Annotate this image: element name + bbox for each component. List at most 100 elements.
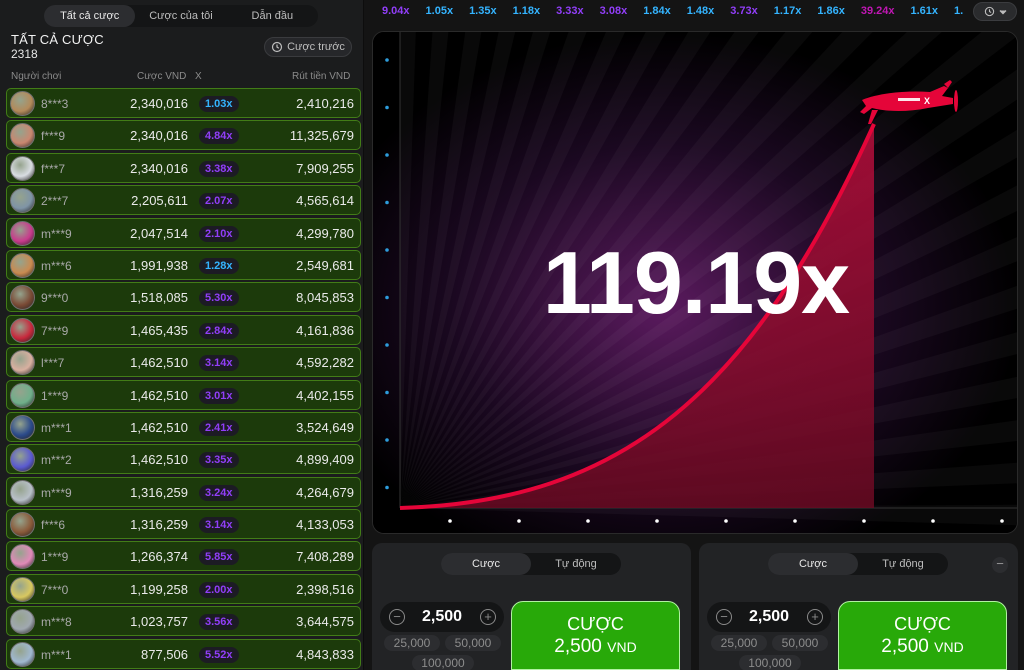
tab-all-bets[interactable]: Tất cả cược	[44, 5, 136, 27]
history-multiplier[interactable]: 9.04x	[374, 5, 418, 17]
bet-amount: 1,518,085	[130, 290, 188, 306]
cashout-multiplier-badge: 2.84x	[199, 322, 239, 339]
avatar	[10, 350, 35, 376]
bet-panel-1: Cược Tự động 2,500 − + 25,000 50,000 100…	[372, 543, 691, 670]
cashout-multiplier-badge: 3.14x	[199, 517, 239, 534]
history-icon	[984, 6, 994, 17]
history-menu-button[interactable]	[973, 2, 1017, 21]
avatar	[10, 252, 35, 278]
player-name: 1***9	[41, 388, 69, 403]
bet-amount: 2,047,514	[130, 225, 188, 241]
bet-button-value: 2,500	[554, 636, 602, 657]
avatar	[10, 155, 35, 181]
avatar	[10, 576, 35, 602]
history-multiplier[interactable]: 3.08x	[592, 5, 636, 17]
cashout-amount: 3,644,575	[296, 614, 354, 630]
place-bet-button[interactable]: CƯỢC 2,500 VND	[511, 601, 680, 670]
quick-amount-1[interactable]: 25,000	[711, 635, 767, 651]
bets-tabs: Tất cả cược Cược của tôi Dẫn đầu	[44, 5, 318, 27]
bet-amount: 1,023,757	[130, 614, 188, 630]
player-name: 7***0	[41, 582, 69, 597]
player-name: f***9	[41, 129, 66, 144]
avatar	[10, 544, 35, 570]
bet-mode-tabs: Cược Tự động	[441, 553, 621, 575]
quick-amount-3[interactable]: 100,000	[412, 655, 474, 670]
tab-auto[interactable]: Tự động	[858, 553, 948, 575]
quick-amount-3[interactable]: 100,000	[739, 655, 801, 670]
bet-row: m***9 1,316,259 3.24x 4,264,679	[6, 476, 361, 507]
player-name: l***7	[41, 356, 65, 371]
bet-button-unit: VND	[934, 639, 964, 655]
increase-button[interactable]: +	[480, 609, 496, 625]
multiplier-history: 9.04x 1.05x 1.35x 1.18x 3.33x 3.08x 1.84x 1.48x…	[374, 0, 974, 22]
bet-row: 9***0 1,518,085 5.30x 8,045,853	[6, 282, 361, 313]
bet-row: m***1 877,506 5.52x 4,843,833	[6, 638, 361, 669]
tab-top[interactable]: Dẫn đầu	[227, 5, 318, 27]
cashout-multiplier-badge: 1.28x	[199, 257, 239, 274]
x-axis-dot	[931, 519, 935, 523]
x-axis-dot	[793, 519, 797, 523]
tab-my-bets[interactable]: Cược của tôi	[135, 5, 226, 27]
quick-amount-2[interactable]: 50,000	[772, 635, 828, 651]
remove-panel-button[interactable]: −	[992, 557, 1008, 573]
bet-button-label: CƯỢC	[894, 614, 951, 634]
history-multiplier[interactable]: 1.86x	[809, 5, 853, 17]
y-axis-dot	[385, 485, 389, 490]
history-multiplier[interactable]: 1.17x	[766, 5, 810, 17]
x-axis-dot	[517, 519, 521, 523]
history-multiplier[interactable]: 1.05x	[418, 5, 462, 17]
avatar	[10, 220, 35, 246]
history-multiplier[interactable]: 1.	[946, 5, 971, 17]
avatar	[10, 609, 35, 635]
bet-row: f***9 2,340,016 4.84x 11,325,679	[6, 120, 361, 151]
history-multiplier[interactable]: 1.48x	[679, 5, 723, 17]
bet-row: m***1 1,462,510 2.41x 3,524,649	[6, 411, 361, 442]
place-bet-button[interactable]: CƯỢC 2,500 VND	[838, 601, 1007, 670]
chevron-down-icon	[999, 9, 1006, 14]
history-multiplier[interactable]: 3.73x	[722, 5, 766, 17]
quick-amount-2[interactable]: 50,000	[445, 635, 501, 651]
cashout-amount: 3,524,649	[296, 419, 354, 435]
history-multiplier[interactable]: 1.35x	[461, 5, 505, 17]
decrease-button[interactable]: −	[716, 609, 732, 625]
avatar	[10, 317, 35, 343]
bet-amount: 1,465,435	[130, 322, 188, 338]
bet-row: 7***9 1,465,435 2.84x 4,161,836	[6, 314, 361, 345]
bet-row: 1***9 1,462,510 3.01x 4,402,155	[6, 379, 361, 410]
x-axis-dot	[655, 519, 659, 523]
y-axis-dot	[385, 58, 389, 62]
airplane-icon: X	[860, 80, 958, 124]
increase-button[interactable]: +	[807, 609, 823, 625]
bet-button-unit: VND	[607, 639, 637, 655]
game-canvas: 119.19x X	[372, 31, 1018, 534]
tab-bet[interactable]: Cược	[768, 553, 858, 575]
bet-button-value: 2,500	[881, 636, 929, 657]
tab-auto[interactable]: Tự động	[531, 553, 621, 575]
tab-bet[interactable]: Cược	[441, 553, 531, 575]
quick-amount-1[interactable]: 25,000	[384, 635, 440, 651]
bet-amount: 1,316,259	[130, 484, 188, 500]
cashout-multiplier-badge: 2.10x	[199, 225, 239, 242]
cashout-amount: 7,408,289	[296, 549, 354, 565]
history-multiplier[interactable]: 1.84x	[635, 5, 679, 17]
y-axis-dot	[385, 438, 389, 442]
bet-amount: 1,991,938	[130, 257, 188, 273]
bets-list: 8***3 2,340,016 1.03x 2,410,216 f***9 2,340,0…	[6, 88, 361, 670]
bet-amount: 1,199,258	[130, 581, 188, 597]
cashout-amount: 2,398,516	[296, 581, 354, 597]
history-multiplier[interactable]: 1.18x	[505, 5, 549, 17]
cashout-amount: 4,565,614	[296, 193, 354, 209]
history-multiplier[interactable]: 3.33x	[548, 5, 592, 17]
history-multiplier[interactable]: 1.61x	[903, 5, 947, 17]
avatar	[10, 414, 35, 440]
avatar	[10, 641, 35, 667]
y-axis-dot	[385, 200, 389, 205]
bet-row: m***2 1,462,510 3.35x 4,899,409	[6, 444, 361, 475]
previous-round-button[interactable]: Cược trước	[264, 37, 352, 57]
bet-mode-tabs: Cược Tự động	[768, 553, 948, 575]
y-axis-dot	[385, 105, 389, 110]
player-name: 1***9	[41, 550, 69, 565]
decrease-button[interactable]: −	[389, 609, 405, 625]
player-name: m***9	[41, 226, 72, 241]
history-multiplier[interactable]: 39.24x	[853, 5, 903, 17]
